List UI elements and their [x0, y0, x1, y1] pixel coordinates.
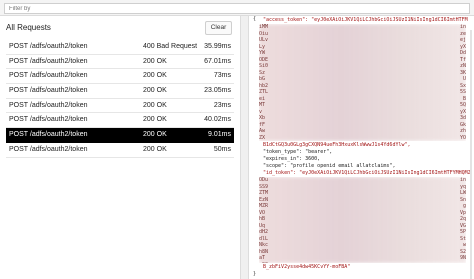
request-row[interactable]: POST /adfs/oauth2/token 200 OK 9.01ms — [6, 128, 234, 143]
request-row[interactable]: POST /adfs/oauth2/token 200 OK 73ms — [6, 69, 234, 85]
filter-input[interactable] — [4, 3, 470, 14]
request-row[interactable]: POST /adfs/oauth2/token 200 OK 50ms — [6, 143, 234, 158]
redacted-fragment-right: in yq LW Sn g Vp 2q VG 5P St w S2 9N g f… — [459, 177, 466, 263]
request-request: POST /adfs/oauth2/token — [9, 72, 88, 80]
request-status: 200 OK — [143, 145, 167, 153]
filter-bar — [0, 0, 474, 16]
access-token-end: B1dCtGQ3u0GLg3gCXQN94ueFh3HxuxKlsWwwJ1s4… — [263, 142, 411, 148]
request-time: 50ms — [213, 145, 231, 153]
request-row[interactable]: POST /adfs/oauth2/token 200 OK 23ms — [6, 99, 234, 114]
request-request: POST /adfs/oauth2/token — [9, 87, 88, 95]
request-row[interactable]: POST /adfs/oauth2/token 200 OK 23.05ms — [6, 84, 234, 99]
request-time: 67.01ms — [204, 57, 231, 65]
redaction-blur — [259, 177, 466, 263]
request-request: POST /adfs/oauth2/token — [9, 131, 88, 139]
list-header: All Requests Clear — [0, 16, 240, 40]
redacted-id-token: ODu SS9 ZTM EzN MZR VO hB Uq dH2 dlL Nkc… — [259, 177, 466, 263]
request-status: 200 OK — [143, 57, 167, 65]
request-status: 200 OK — [143, 72, 167, 80]
close-brace: } — [253, 271, 257, 277]
pane-divider[interactable] — [240, 16, 249, 279]
request-time: 9.01ms — [208, 131, 231, 139]
request-list-pane: All Requests Clear POST /adfs/oauth2/tok… — [0, 16, 240, 279]
id-token-end: B_zbFiV2ysse4dw45KCvYY-moFBA" — [263, 264, 351, 270]
token-type-line: "token_type": "bearer", — [263, 149, 333, 155]
request-row[interactable]: POST /adfs/oauth2/token 200 OK 67.01ms — [6, 55, 234, 70]
request-rows: POST /adfs/oauth2/token 400 Bad Request 35… — [6, 40, 234, 158]
request-status: 400 Bad Request — [143, 43, 198, 50]
request-time: 73ms — [213, 72, 231, 80]
clear-button[interactable]: Clear — [205, 21, 232, 35]
request-time: 35.99ms — [204, 43, 231, 50]
request-request: POST /adfs/oauth2/token — [9, 145, 88, 153]
request-request: POST /adfs/oauth2/token — [9, 101, 88, 109]
request-status: 200 OK — [143, 87, 167, 95]
list-title: All Requests — [6, 23, 51, 32]
response-pane: { "access_token": "eyJ0eXAiOiJKV1QiLCJhb… — [249, 16, 474, 279]
request-status: 200 OK — [143, 131, 167, 139]
request-row[interactable]: POST /adfs/oauth2/token 200 OK 40.02ms — [6, 113, 234, 129]
response-scrollbar[interactable] — [470, 30, 472, 279]
request-row[interactable]: POST /adfs/oauth2/token 400 Bad Request 35… — [6, 40, 234, 55]
request-time: 23.05ms — [204, 87, 231, 95]
request-status: 200 OK — [143, 116, 167, 124]
request-time: 23ms — [213, 101, 231, 109]
response-json-end: B_zbFiV2ysse4dw45KCvYY-moFBA" } — [253, 16, 472, 277]
expires-in-line: "expires_in": 3600, — [263, 156, 321, 162]
request-request: POST /adfs/oauth2/token — [9, 43, 88, 50]
scope-line: "scope": "profile openid email allatclai… — [263, 163, 396, 169]
redacted-fragment-left: ODu SS9 ZTM EzN MZR VO hB Uq dH2 dlL Nkc… — [259, 177, 269, 263]
id-token-line: "id_token": "eyJ0eXAiOiJKV1QiLCJhbGciOiJ… — [263, 170, 471, 176]
request-request: POST /adfs/oauth2/token — [9, 116, 88, 124]
request-time: 40.02ms — [204, 116, 231, 124]
request-request: POST /adfs/oauth2/token — [9, 57, 88, 65]
request-status: 200 OK — [143, 101, 167, 109]
